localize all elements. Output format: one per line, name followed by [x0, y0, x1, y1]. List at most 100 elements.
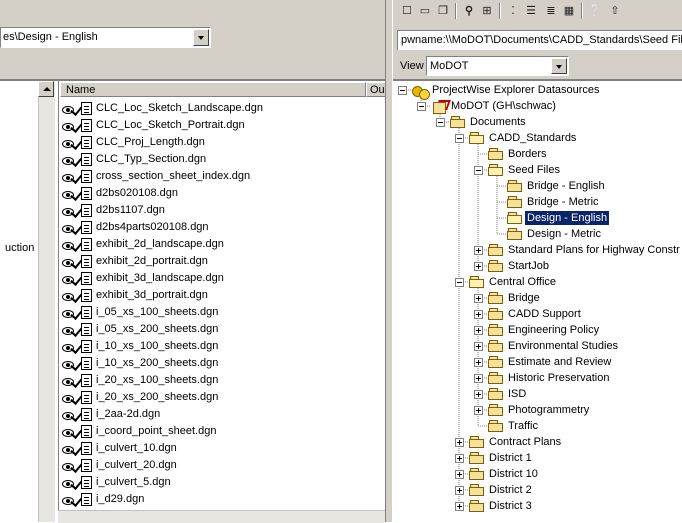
- collapse-minus-icon[interactable]: [417, 102, 426, 111]
- tree-node[interactable]: District 10: [393, 466, 682, 482]
- expand-plus-icon[interactable]: [455, 454, 464, 463]
- expand-plus-icon[interactable]: [474, 342, 483, 351]
- expand-plus-icon[interactable]: [455, 470, 464, 479]
- list-item[interactable]: d2bs020108.dgn: [62, 185, 263, 202]
- list-item[interactable]: i_culvert_5.dgn: [62, 474, 263, 491]
- list-item[interactable]: i_10_xs_200_sheets.dgn: [62, 355, 263, 372]
- list-item[interactable]: i_10_xs_100_sheets.dgn: [62, 338, 263, 355]
- map-icon[interactable]: ⊞: [479, 3, 495, 19]
- tree-node[interactable]: Estimate and Review: [393, 354, 682, 370]
- pane-splitter[interactable]: [385, 0, 393, 522]
- expand-plus-icon[interactable]: [474, 326, 483, 335]
- list-item[interactable]: exhibit_3d_landscape.dgn: [62, 270, 263, 287]
- list-item[interactable]: d2bs1107.dgn: [62, 202, 263, 219]
- truncated-label: uction: [5, 242, 35, 254]
- tree-node[interactable]: Historic Preservation: [393, 370, 682, 386]
- collapse-minus-icon[interactable]: [455, 134, 464, 143]
- list-item[interactable]: i_culvert_20.dgn: [62, 457, 263, 474]
- list-icon[interactable]: ☰: [523, 3, 539, 19]
- tree-node[interactable]: Photogrammetry: [393, 402, 682, 418]
- grid-icon[interactable]: ▦: [561, 3, 577, 19]
- tree-node[interactable]: StartJob: [393, 258, 682, 274]
- column-header-name-label: Name: [66, 84, 96, 96]
- copy-icon[interactable]: ❐: [435, 3, 451, 19]
- tree-node[interactable]: Bridge - English: [393, 178, 682, 194]
- find-icon[interactable]: ⚲: [461, 3, 477, 19]
- expand-plus-icon[interactable]: [474, 246, 483, 255]
- tree-node[interactable]: District 2: [393, 482, 682, 498]
- tree-node[interactable]: Design - Metric: [393, 226, 682, 242]
- expand-plus-icon[interactable]: [455, 502, 464, 511]
- expand-plus-icon[interactable]: [474, 262, 483, 271]
- small-icons-icon[interactable]: ⁚: [505, 3, 521, 19]
- list-item[interactable]: i_2aa-2d.dgn: [62, 406, 263, 423]
- details-icon[interactable]: ≣: [543, 3, 559, 19]
- file-name: exhibit_2d_portrait.dgn: [96, 255, 208, 267]
- list-item[interactable]: CLC_Proj_Length.dgn: [62, 134, 263, 151]
- view-select[interactable]: MoDOT: [426, 56, 569, 76]
- tree-node[interactable]: CADD Support: [393, 306, 682, 322]
- tree-node[interactable]: CADD_Standards: [393, 130, 682, 146]
- horizontal-scrollbar[interactable]: [58, 510, 385, 523]
- list-item[interactable]: i_coord_point_sheet.dgn: [62, 423, 263, 440]
- tree-node[interactable]: ProjectWise Explorer Datasources: [393, 82, 682, 100]
- list-item[interactable]: i_05_xs_100_sheets.dgn: [62, 304, 263, 321]
- tree-node[interactable]: Bridge - Metric: [393, 194, 682, 210]
- list-item[interactable]: exhibit_2d_landscape.dgn: [62, 236, 263, 253]
- list-item[interactable]: d2bs4parts020108.dgn: [62, 219, 263, 236]
- collapse-minus-icon[interactable]: [455, 278, 464, 287]
- tree-node[interactable]: Seed Files: [393, 162, 682, 178]
- column-header-name[interactable]: Name: [60, 82, 366, 97]
- tree-node[interactable]: Standard Plans for Highway Constr: [393, 242, 682, 258]
- up-folder-icon[interactable]: ⇧: [607, 3, 623, 19]
- tree-node[interactable]: Central Office: [393, 274, 682, 290]
- tree-node[interactable]: Bridge: [393, 290, 682, 306]
- expand-plus-icon[interactable]: [474, 390, 483, 399]
- tree-node[interactable]: Contract Plans: [393, 434, 682, 450]
- expand-plus-icon[interactable]: [455, 438, 464, 447]
- tree-node[interactable]: Environmental Studies: [393, 338, 682, 354]
- scroll-up-arrow-icon[interactable]: [38, 81, 54, 97]
- folder-icon: [488, 308, 505, 320]
- list-item[interactable]: i_05_xs_200_sheets.dgn: [62, 321, 263, 338]
- tree-node[interactable]: District 1: [393, 450, 682, 466]
- tree-node[interactable]: Design - English: [393, 210, 682, 226]
- expand-plus-icon[interactable]: [474, 294, 483, 303]
- list-item[interactable]: cross_section_sheet_index.dgn: [62, 168, 263, 185]
- tree-node-label: CADD_Standards: [489, 132, 577, 144]
- collapse-minus-icon[interactable]: [398, 86, 407, 95]
- list-item[interactable]: i_d29.dgn: [62, 491, 263, 508]
- tree-node[interactable]: Engineering Policy: [393, 322, 682, 338]
- collapse-minus-icon[interactable]: [474, 166, 483, 175]
- list-item[interactable]: exhibit_2d_portrait.dgn: [62, 253, 263, 270]
- list-item[interactable]: CLC_Loc_Sketch_Portrait.dgn: [62, 117, 263, 134]
- expand-plus-icon[interactable]: [474, 358, 483, 367]
- list-item[interactable]: i_culvert_10.dgn: [62, 440, 263, 457]
- tree-node[interactable]: ISD: [393, 386, 682, 402]
- tree-node[interactable]: District 3: [393, 498, 682, 514]
- open-icon[interactable]: ▭: [417, 3, 433, 19]
- folder-open-icon: [488, 164, 505, 176]
- tree-node[interactable]: Traffic: [393, 418, 682, 434]
- expand-plus-icon[interactable]: [474, 406, 483, 415]
- list-item[interactable]: exhibit_3d_portrait.dgn: [62, 287, 263, 304]
- vertical-scrollbar[interactable]: [38, 81, 55, 522]
- new-icon[interactable]: ☐: [399, 3, 415, 19]
- chevron-down-icon[interactable]: [193, 29, 209, 46]
- expand-plus-icon[interactable]: [455, 486, 464, 495]
- projectwise-path-field[interactable]: pwname:\\MoDOT\Documents\CADD_Standards\…: [397, 30, 682, 50]
- tree-node[interactable]: Documents: [393, 114, 682, 130]
- column-header-owner[interactable]: Ou: [366, 82, 385, 97]
- expand-plus-icon[interactable]: [474, 374, 483, 383]
- tree-node[interactable]: Borders: [393, 146, 682, 162]
- list-item[interactable]: i_20_xs_200_sheets.dgn: [62, 389, 263, 406]
- list-item[interactable]: i_20_xs_100_sheets.dgn: [62, 372, 263, 389]
- chevron-down-icon[interactable]: [551, 58, 567, 74]
- list-item[interactable]: CLC_Loc_Sketch_Landscape.dgn: [62, 100, 263, 117]
- tree-node[interactable]: MoDOT (GH\schwac): [393, 98, 682, 114]
- folder-path-combo[interactable]: es\Design - English: [0, 27, 211, 48]
- expand-plus-icon[interactable]: [474, 310, 483, 319]
- collapse-minus-icon[interactable]: [436, 118, 445, 127]
- list-item[interactable]: CLC_Typ_Section.dgn: [62, 151, 263, 168]
- help-icon[interactable]: ❔: [587, 3, 603, 19]
